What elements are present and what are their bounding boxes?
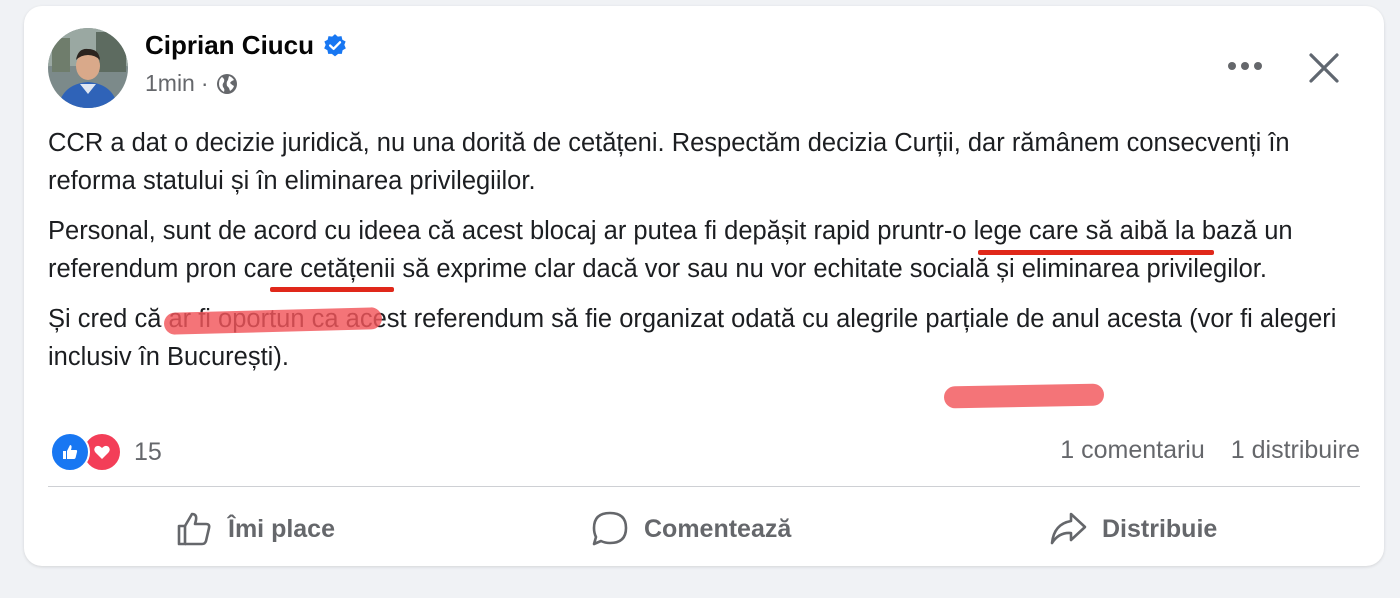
meta-separator: · [200, 70, 209, 96]
post-time[interactable]: 1min [145, 70, 195, 97]
shares-count[interactable]: 1 distribuire [1231, 436, 1360, 465]
more-options-button[interactable] [1222, 46, 1268, 86]
engagement-stats: 1 comentariu 1 distribuire [1060, 436, 1360, 465]
comment-button[interactable]: Comentează [590, 504, 791, 554]
author-name-text[interactable]: Ciprian Ciucu [145, 30, 314, 61]
post-paragraph: CCR a dat o decizie juridică, nu una dor… [48, 129, 1290, 195]
author-name[interactable]: Ciprian Ciucu [145, 30, 348, 61]
more-dots-icon [1228, 62, 1262, 70]
post-meta: 1min · [145, 70, 239, 97]
verified-badge-icon [324, 33, 346, 56]
comment-label: Comentează [644, 514, 792, 543]
post-text: CCR a dat o decizie juridică, nu una dor… [48, 124, 1364, 388]
share-button[interactable]: Distribuie [1048, 504, 1217, 554]
like-button[interactable]: Îmi place [174, 504, 335, 554]
globe-icon[interactable] [215, 72, 239, 96]
annotation-underline [978, 250, 1214, 255]
divider [48, 486, 1360, 487]
annotation-highlight [943, 383, 1105, 409]
post-card: Ciprian Ciucu 1min · CCR a dat o decizie… [24, 6, 1384, 566]
like-icon [50, 432, 90, 472]
reactions-summary[interactable]: 15 [50, 432, 162, 472]
comment-bubble-icon [592, 511, 628, 546]
annotation-underline [270, 287, 394, 292]
comments-count[interactable]: 1 comentariu [1060, 436, 1205, 465]
close-button[interactable] [1298, 42, 1350, 94]
like-label: Îmi place [228, 514, 335, 543]
thumbs-up-icon [177, 512, 211, 546]
avatar-image [48, 28, 128, 108]
reaction-count[interactable]: 15 [134, 438, 162, 467]
close-icon [1309, 53, 1339, 83]
avatar[interactable] [48, 28, 128, 108]
share-label: Distribuie [1102, 514, 1218, 543]
share-arrow-icon [1050, 512, 1087, 545]
